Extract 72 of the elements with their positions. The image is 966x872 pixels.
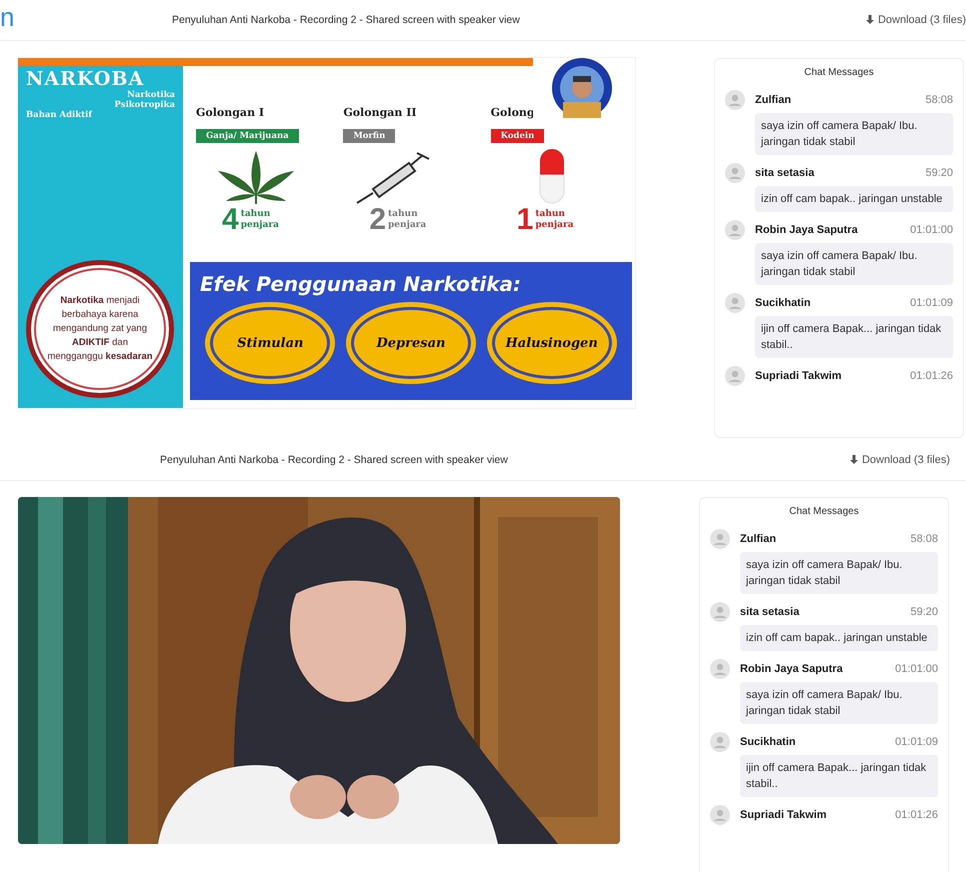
recording-title: Penyuluhan Anti Narkoba - Recording 2 - Shared screen with speaker view bbox=[172, 14, 520, 26]
sender-name: Zulfian bbox=[755, 94, 792, 106]
message-bubble: saya izin off camera Bapak/ Ibu. jaringan tidak stabil bbox=[755, 243, 953, 285]
years-unit: tahun bbox=[388, 209, 419, 220]
slide-subtitle: Psikotropika bbox=[113, 100, 175, 110]
message-bubble: izin off cam bapak.. jaringan unstable bbox=[740, 625, 938, 651]
message-bubble: saya izin off camera Bapak/ Ibu. jaringan tidak stabil bbox=[740, 552, 938, 594]
slide-subtitle: Bahan Adiktif bbox=[26, 110, 94, 120]
message-time: 01:01:09 bbox=[895, 736, 938, 748]
avatar-icon bbox=[725, 293, 745, 313]
effect-badge: Halusinogen bbox=[486, 302, 617, 384]
avatar-icon bbox=[710, 659, 730, 679]
message-bubble: ijin off camera Bapak... jaringan tidak stabil.. bbox=[755, 316, 953, 358]
message-time: 58:08 bbox=[910, 533, 938, 545]
avatar-icon bbox=[725, 90, 745, 110]
slide-heading: NARKOBA bbox=[26, 68, 146, 90]
sender-name: Robin Jaya Saputra bbox=[740, 663, 843, 675]
download-link[interactable]: Download (3 files) bbox=[866, 14, 966, 26]
message-time: 01:01:00 bbox=[910, 224, 953, 236]
avatar-icon bbox=[725, 163, 745, 183]
message-time: 59:20 bbox=[925, 167, 953, 179]
slide-subtitle: Narkotika bbox=[126, 90, 175, 100]
drug-label: Kodein bbox=[490, 129, 544, 143]
message-bubble: ijin off camera Bapak... jaringan tidak stabil.. bbox=[740, 755, 938, 797]
download-icon bbox=[850, 455, 858, 465]
avatar-icon bbox=[710, 529, 730, 549]
years-unit: tahun bbox=[240, 209, 272, 220]
drug-label: Ganja/ Marijuana bbox=[196, 129, 299, 143]
group-title: Golong bbox=[490, 106, 535, 119]
effects-title: Efek Penggunaan Narkotika: bbox=[200, 272, 522, 296]
sender-name: Sucikhatin bbox=[740, 736, 796, 748]
effect-badge: Stimulan bbox=[205, 302, 336, 384]
download-icon bbox=[866, 15, 874, 25]
sender-name: Sucikhatin bbox=[755, 297, 811, 309]
avatar-icon bbox=[725, 366, 745, 386]
chat-title: Chat Messages bbox=[788, 506, 860, 517]
years-number: 4 bbox=[222, 205, 239, 235]
message-time: 01:01:09 bbox=[910, 297, 953, 309]
message-time: 59:20 bbox=[910, 606, 938, 618]
leaf-icon bbox=[216, 149, 296, 205]
group-title: Golongan I bbox=[196, 106, 264, 119]
years-unit: tahun bbox=[535, 209, 566, 220]
years-unit: penjara bbox=[535, 220, 574, 231]
message-time: 01:01:26 bbox=[910, 370, 953, 382]
message-time: 58:08 bbox=[925, 94, 953, 106]
years-number: 2 bbox=[369, 205, 386, 235]
drug-label: Morfin bbox=[343, 129, 396, 143]
recording-title: Penyuluhan Anti Narkoba - Recording 2 - Shared screen with speaker view bbox=[160, 454, 508, 466]
sender-name: sita setasia bbox=[755, 167, 814, 179]
sender-name: Zulfian bbox=[740, 533, 776, 545]
avatar-icon bbox=[710, 732, 730, 752]
message-time: 01:01:00 bbox=[895, 663, 938, 675]
effect-badge: Depresan bbox=[346, 302, 476, 384]
chat-title: Chat Messages bbox=[803, 67, 875, 78]
capsule-icon bbox=[536, 147, 567, 205]
warning-text: Narkotika menjadi berbahaya karena mengandung zat yang ADIKTIF dan mengganggu kesadaran bbox=[46, 294, 154, 364]
sender-name: Supriadi Takwim bbox=[755, 370, 842, 382]
message-bubble: saya izin off camera Bapak/ Ibu. jaringan tidak stabil bbox=[740, 682, 938, 724]
group-title: Golongan II bbox=[343, 106, 417, 119]
avatar-icon bbox=[710, 805, 730, 825]
sender-name: sita setasia bbox=[740, 606, 800, 618]
message-time: 01:01:26 bbox=[895, 809, 938, 821]
download-link[interactable]: Download (3 files) bbox=[850, 454, 950, 466]
sender-name: Robin Jaya Saputra bbox=[755, 224, 858, 236]
sender-name: Supriadi Takwim bbox=[740, 809, 827, 821]
avatar-icon bbox=[725, 220, 745, 240]
years-number: 1 bbox=[516, 205, 534, 235]
years-unit: penjara bbox=[240, 220, 279, 231]
avatar-icon bbox=[710, 602, 730, 622]
years-unit: penjara bbox=[388, 220, 426, 231]
message-bubble: saya izin off camera Bapak/ Ibu. jaringan tidak stabil bbox=[755, 113, 953, 155]
message-bubble: izin off cam bapak.. jaringan unstable bbox=[755, 186, 953, 212]
